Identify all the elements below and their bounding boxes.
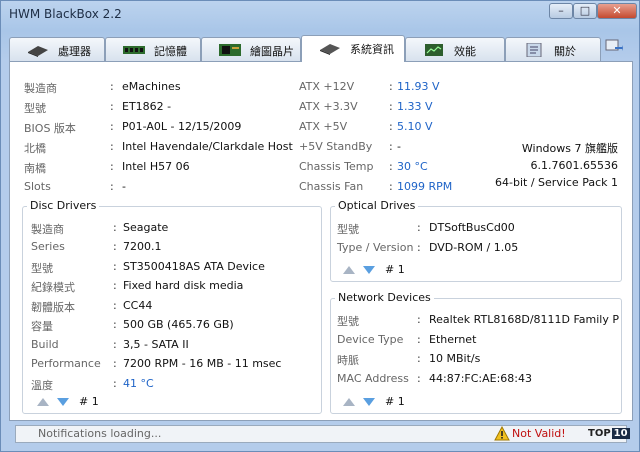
network-row-model: 型號:Realtek RTL8168D/8111D Family PCI-E xyxy=(337,313,619,328)
optical-index: # 1 xyxy=(385,263,405,276)
network-pager: # 1 xyxy=(343,395,423,409)
top10-logo[interactable]: TOP 10 xyxy=(588,426,630,442)
network-devices-title: Network Devices xyxy=(335,291,434,304)
os-name: Windows 7 旗艦版 xyxy=(521,142,618,155)
info-row-southbridge: 南橋: Intel H57 06 xyxy=(24,160,190,175)
tab-cpu[interactable]: 處理器 xyxy=(9,37,105,61)
disc-row-temperature: 溫度:41 °C xyxy=(31,377,154,392)
memory-icon xyxy=(123,46,145,54)
chassis-temp-row: Chassis Temp:30 °C xyxy=(299,160,428,173)
tab-about[interactable]: 關於 xyxy=(505,37,601,61)
disc-row-capacity: 容量:500 GB (465.76 GB) xyxy=(31,318,234,333)
disc-row-model: 型號: ST3500418AS ATA Device xyxy=(31,260,265,275)
status-text: Notifications loading... xyxy=(38,427,162,440)
export-button[interactable] xyxy=(601,35,627,59)
network-row-speed: 時脈:10 MBit/s xyxy=(337,352,481,367)
close-button[interactable]: ✕ xyxy=(597,3,637,19)
arrow-up-icon[interactable] xyxy=(343,266,355,274)
arrow-up-icon[interactable] xyxy=(37,398,49,406)
info-row-bios: BIOS 版本: P01-A0L - 12/15/2009 xyxy=(24,120,242,135)
network-index: # 1 xyxy=(385,395,405,408)
arrow-down-icon[interactable] xyxy=(57,398,69,406)
about-icon xyxy=(526,43,542,57)
optical-row-model: 型號: DTSoftBusCd00 xyxy=(337,221,515,236)
arrow-down-icon[interactable] xyxy=(363,398,375,406)
warning-icon xyxy=(494,426,510,441)
cpu-icon xyxy=(28,46,48,57)
optical-pager: # 1 xyxy=(343,263,423,277)
disc-row-series: Series:7200.1 xyxy=(31,240,162,253)
optical-drives-title: Optical Drives xyxy=(335,199,419,212)
gpu-icon xyxy=(219,44,241,56)
info-row-northbridge: 北橋:Intel Havendale/Clarkdale Host Bric xyxy=(24,140,296,155)
disc-row-manufacturer: 製造商: Seagate xyxy=(31,221,169,236)
disc-row-build: Build:3,5 - SATA II xyxy=(31,338,189,351)
close-icon: ✕ xyxy=(612,4,622,17)
info-row-manufacturer: 製造商: eMachines xyxy=(24,80,181,95)
voltage-row-3v3: ATX +3.3V:1.33 V xyxy=(299,100,433,113)
arrow-up-icon[interactable] xyxy=(343,398,355,406)
chassis-fan-row: Chassis Fan:1099 RPM xyxy=(299,180,453,193)
info-row-slots: Slots: - xyxy=(24,180,126,193)
export-icon xyxy=(605,39,623,51)
tab-memory[interactable]: 記憶體 xyxy=(105,37,201,61)
voltage-row-12v: ATX +12V:11.93 V xyxy=(299,80,440,93)
os-version: 6.1.7601.65536 xyxy=(530,159,618,172)
disc-row-mode: 紀錄模式: Fixed hard disk media xyxy=(31,279,244,294)
maximize-button[interactable]: □ xyxy=(573,3,597,19)
voltage-row-standby: +5V StandBy: - xyxy=(299,140,401,153)
arrow-down-icon[interactable] xyxy=(363,266,375,274)
maximize-icon: □ xyxy=(579,4,591,17)
network-row-type: Device Type: Ethernet xyxy=(337,333,477,346)
optical-row-type: Type / Version: DVD-ROM / 1.05 xyxy=(337,241,519,254)
network-devices-group: Network Devices 型號: Realtek RTL8168D/8111… xyxy=(330,291,622,414)
tab-strip: 處理器 記憶體 繪圖晶片 系統資訊 效能 關於 xyxy=(9,35,633,62)
system-info-panel: 製造商: eMachines 型號: ET1862 - BIOS 版本: P01-A0… xyxy=(9,61,633,421)
title-bar: HWM BlackBox 2.2 – □ ✕ xyxy=(1,1,639,27)
validation-status: Not Valid! xyxy=(512,427,566,440)
disc-row-performance: Performance:7200 RPM - 16 MB - 11 msec xyxy=(31,357,282,370)
tab-system-info[interactable]: 系統資訊 xyxy=(301,35,405,62)
network-row-mac: MAC Address:44:87:FC:AE:68:43 xyxy=(337,372,533,385)
minimize-icon: – xyxy=(558,4,564,17)
tab-gpu[interactable]: 繪圖晶片 xyxy=(201,37,301,61)
os-architecture: 64-bit / Service Pack 1 xyxy=(495,176,618,189)
os-info: Windows 7 旗艦版 6.1.7601.65536 64-bit / Se… xyxy=(495,140,618,191)
disc-index: # 1 xyxy=(79,395,99,408)
tab-performance[interactable]: 效能 xyxy=(405,37,505,61)
app-window: HWM BlackBox 2.2 – □ ✕ 處理器 記憶體 繪圖晶片 系統資訊… xyxy=(0,0,640,452)
window-title: HWM BlackBox 2.2 xyxy=(9,7,122,21)
disc-drivers-group: Disc Drivers 製造商: Seagate Series:7200.1 型… xyxy=(22,199,322,414)
disc-row-firmware: 韌體版本: CC44 xyxy=(31,299,153,314)
disc-pager: # 1 xyxy=(37,395,117,409)
optical-drives-group: Optical Drives 型號: DTSoftBusCd00 Type / V… xyxy=(330,199,622,282)
info-row-model: 型號: ET1862 - xyxy=(24,100,172,115)
minimize-button[interactable]: – xyxy=(549,3,573,19)
status-bar: Notifications loading... Not Valid! TOP 1… xyxy=(15,425,630,443)
voltage-row-5v: ATX +5V:5.10 V xyxy=(299,120,433,133)
system-icon xyxy=(320,44,340,55)
performance-icon xyxy=(425,44,443,56)
disc-drivers-title: Disc Drivers xyxy=(27,199,100,212)
